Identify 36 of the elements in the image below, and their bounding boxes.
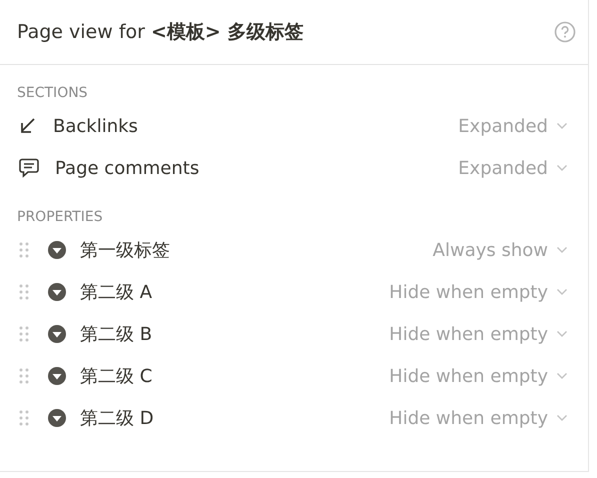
section-heading: PROPERTIES: [17, 208, 104, 227]
chevron-icon: [556, 330, 568, 338]
property-label: 第二级 D: [80, 407, 155, 430]
select-icon: [47, 324, 67, 344]
section-heading: SECTIONS: [17, 84, 89, 103]
chevron-icon: [556, 164, 568, 172]
visibility-dropdown[interactable]: Hide when empty: [389, 324, 568, 344]
drag-handle-icon[interactable]: [19, 284, 29, 300]
section-label: Page comments: [55, 158, 200, 178]
chevron-icon: [556, 414, 568, 422]
select-icon: [47, 408, 67, 428]
select-icon: [47, 282, 67, 302]
drag-handle-icon[interactable]: [19, 410, 29, 426]
chevron-icon: [556, 122, 568, 130]
visibility-dropdown[interactable]: Expanded: [458, 116, 568, 136]
drag-handle-icon[interactable]: [19, 242, 29, 258]
visibility-dropdown[interactable]: Hide when empty: [389, 282, 568, 302]
chevron-icon: [556, 288, 568, 296]
visibility-dropdown[interactable]: Hide when empty: [389, 366, 568, 386]
property-label: 第一级标签: [80, 239, 171, 262]
comment-icon: [18, 157, 40, 179]
drag-handle-icon[interactable]: [19, 326, 29, 342]
visibility-dropdown[interactable]: Expanded: [458, 158, 568, 178]
drag-handle-icon[interactable]: [19, 368, 29, 384]
property-label: 第二级 A: [80, 281, 154, 304]
panel-title: Page view for <模板> 多级标签: [17, 20, 304, 45]
section-label: Backlinks: [53, 116, 139, 136]
property-label: 第二级 B: [80, 323, 154, 346]
help-icon[interactable]: [554, 21, 576, 43]
chevron-icon: [556, 246, 568, 254]
visibility-dropdown[interactable]: Always show: [432, 240, 568, 260]
property-label: 第二级 C: [80, 365, 154, 388]
select-icon: [47, 240, 67, 260]
visibility-dropdown[interactable]: Hide when empty: [389, 408, 568, 428]
chevron-icon: [556, 372, 568, 380]
select-icon: [47, 366, 67, 386]
